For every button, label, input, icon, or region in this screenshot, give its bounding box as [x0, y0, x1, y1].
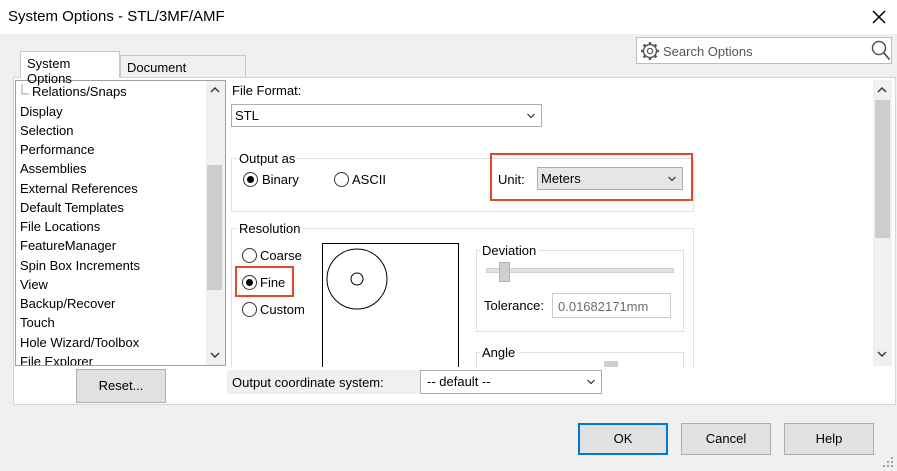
tree-item-view[interactable]: View	[20, 277, 48, 292]
binary-radio[interactable]	[243, 172, 258, 187]
coord-system-label: Output coordinate system:	[232, 375, 384, 390]
chevron-down-icon	[527, 113, 535, 118]
tree-item-file-locations[interactable]: File Locations	[20, 219, 100, 234]
tree-item-relations-snaps[interactable]: Relations/Snaps	[32, 84, 127, 99]
file-format-label: File Format:	[232, 83, 302, 98]
tab-system-options[interactable]: System Options	[20, 51, 120, 86]
close-button[interactable]	[862, 2, 896, 32]
reset-button[interactable]: Reset...	[76, 369, 166, 403]
unit-label: Unit:	[498, 172, 525, 187]
resolution-preview	[322, 243, 459, 367]
ascii-label[interactable]: ASCII	[352, 172, 386, 187]
scroll-up-icon[interactable]	[210, 86, 220, 94]
search-icon[interactable]	[871, 40, 891, 62]
tab-document-properties[interactable]: Document Properties	[120, 55, 246, 90]
angle-title: Angle	[480, 345, 518, 360]
tree-item-hole-wizard-toolbox[interactable]: Hole Wizard/Toolbox	[20, 335, 139, 350]
tree-scroll-thumb[interactable]	[207, 165, 222, 290]
coarse-radio[interactable]	[242, 248, 257, 263]
coord-system-select[interactable]: -- default --	[420, 370, 602, 394]
custom-label[interactable]: Custom	[260, 302, 305, 317]
tree-item-backup-recover[interactable]: Backup/Recover	[20, 296, 115, 311]
title-bar: System Options - STL/3MF/AMF	[0, 0, 897, 34]
tree-item-featuremanager[interactable]: FeatureManager	[20, 238, 116, 253]
tree-item-assemblies[interactable]: Assemblies	[20, 161, 86, 176]
cancel-button[interactable]: Cancel	[681, 423, 771, 455]
scroll-down-icon[interactable]	[877, 350, 887, 358]
binary-label[interactable]: Binary	[262, 172, 299, 187]
tree-item-default-templates[interactable]: Default Templates	[20, 200, 124, 215]
preview-shape-icon	[326, 248, 388, 310]
angle-slider-thumb[interactable]	[604, 361, 618, 367]
tree-item-selection[interactable]: Selection	[20, 123, 73, 138]
tolerance-label: Tolerance:	[484, 298, 544, 313]
tree-item-external-references[interactable]: External References	[20, 181, 138, 196]
unit-select[interactable]: Meters	[537, 167, 683, 190]
tree-item-spin-box-increments[interactable]: Spin Box Increments	[20, 258, 140, 273]
scroll-down-icon[interactable]	[210, 351, 220, 359]
coord-system-value: -- default --	[427, 374, 491, 389]
close-icon	[872, 10, 886, 24]
gear-icon[interactable]	[640, 41, 660, 61]
tree-item-performance[interactable]: Performance	[20, 142, 94, 157]
options-tree[interactable]: Relations/Snaps Display Selection Perfor…	[15, 80, 226, 366]
output-as-title: Output as	[237, 151, 298, 166]
search-input[interactable]: Search Options	[663, 44, 753, 59]
deviation-title: Deviation	[480, 243, 539, 258]
deviation-slider-thumb[interactable]	[499, 262, 510, 282]
search-options-box[interactable]: Search Options	[636, 37, 892, 64]
tree-item-display[interactable]: Display	[20, 104, 63, 119]
ok-button[interactable]: OK	[578, 423, 668, 455]
scroll-up-icon[interactable]	[877, 86, 887, 94]
resolution-title: Resolution	[237, 221, 303, 236]
unit-value: Meters	[541, 171, 581, 186]
chevron-down-icon	[587, 379, 595, 385]
help-button[interactable]: Help	[784, 423, 874, 455]
fine-label[interactable]: Fine	[260, 275, 285, 290]
resize-grip-icon[interactable]	[881, 455, 895, 469]
ascii-radio[interactable]	[334, 172, 349, 187]
file-format-select[interactable]: STL	[231, 104, 542, 127]
options-scroll-thumb[interactable]	[875, 100, 890, 238]
tolerance-input[interactable]: 0.01682171mm	[552, 293, 671, 318]
coarse-label[interactable]: Coarse	[260, 248, 302, 263]
tree-item-file-explorer[interactable]: File Explorer	[20, 354, 93, 365]
custom-radio[interactable]	[242, 302, 257, 317]
fine-radio[interactable]	[242, 275, 257, 290]
deviation-slider-track[interactable]	[486, 268, 674, 273]
window-title: System Options - STL/3MF/AMF	[8, 8, 225, 25]
tree-item-touch[interactable]: Touch	[20, 315, 55, 330]
file-format-value: STL	[235, 108, 259, 123]
chevron-down-icon	[668, 176, 676, 181]
